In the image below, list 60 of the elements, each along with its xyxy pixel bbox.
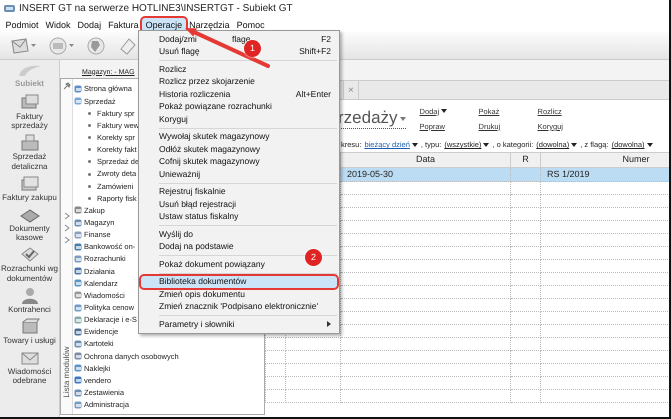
caret-icon (571, 143, 578, 147)
menu-item[interactable]: Pomoc (233, 18, 268, 32)
menu-item[interactable]: Usuń błąd rejestracji (141, 198, 337, 210)
menu-item[interactable]: Narzędzia (186, 18, 234, 32)
menu-item[interactable]: Parametry i słowniki (141, 318, 337, 330)
menu-item[interactable]: Rozlicz przez skojarzenie (141, 76, 337, 88)
column-header[interactable]: Data (340, 152, 510, 167)
table-cell: RS 1/2019 (540, 167, 671, 182)
menu-item[interactable]: Rejestruj fiskalnie (141, 186, 337, 198)
checked-document-icon (18, 245, 40, 264)
column-header[interactable]: Numer (540, 152, 671, 167)
menu-item[interactable]: Odłóż skutek magazynowy (141, 143, 337, 156)
menu-item[interactable]: Historia rozliczenia Alt+Enter (141, 88, 337, 100)
invoice-stack-icon (18, 174, 40, 193)
caret-icon (400, 116, 406, 120)
caret-icon (31, 44, 36, 47)
toolbar-button[interactable] (48, 36, 74, 54)
sidebar-item[interactable]: Rozrachunki wg dokumentów (0, 245, 58, 283)
shortcut-label: Alt+Enter (296, 88, 331, 101)
caret-icon (646, 143, 653, 147)
envelope-icon (10, 36, 30, 54)
caret-icon (483, 143, 490, 147)
caret-icon (441, 109, 448, 114)
sidebar-item[interactable]: Wiadomości odebrane (0, 348, 58, 386)
menu-item[interactable]: Biblioteka dokumentów (141, 276, 337, 288)
menu-item[interactable]: Dodaj (74, 18, 105, 32)
menu-item[interactable]: Unieważnij (141, 168, 337, 180)
sidebar-item[interactable]: Faktury sprzedaży (0, 93, 58, 130)
table-cell: 2019-05-30 (340, 167, 510, 182)
shortcut-label: Shift+F2 (299, 45, 331, 58)
menu-item[interactable]: Rozlicz (141, 63, 337, 76)
toolbar-button[interactable] (10, 36, 36, 54)
menu-item[interactable]: Zmień znacznik 'Podpisano elektronicznie' (141, 300, 337, 313)
pin-icon (62, 82, 70, 90)
shortcut-label: F2 (321, 32, 331, 46)
menu-item[interactable]: Widok (42, 18, 74, 32)
window-title: INSERT GT na serwerze HOTLINE3\INSERTGT - Subiekt GT (19, 2, 293, 16)
menu-item[interactable]: Operacje (142, 18, 186, 32)
cash-register-icon (18, 133, 40, 152)
caret-icon (412, 143, 418, 147)
logo-icon (16, 64, 42, 78)
menu-item[interactable]: Faktura (104, 18, 142, 32)
sidebar-item[interactable]: Sprzedaż detaliczna (0, 133, 58, 171)
menu-item[interactable]: Wywołaj skutek magazynowy (141, 130, 337, 143)
app-icon (4, 4, 15, 13)
column-header[interactable]: R (510, 152, 540, 167)
logo-text: Subiekt (15, 78, 44, 90)
menu-item[interactable]: Ustaw status fiskalny (141, 210, 337, 223)
menu-item[interactable]: Koryguj (141, 113, 337, 126)
menu-item[interactable]: Podmiot (2, 18, 42, 32)
menu-item[interactable]: Zmień opis dokumentu (141, 288, 337, 300)
sidebar-item[interactable]: Faktury zakupu (0, 174, 58, 202)
sidebar-item[interactable]: Kontrahenci (0, 286, 58, 314)
sidebar-item[interactable]: Towary i usługi (0, 316, 58, 346)
panel-label: Lista modułów (60, 346, 72, 398)
menu-item[interactable]: Cofnij skutek magazynowy (141, 156, 337, 168)
sidebar-item[interactable]: Dokumenty kasowe (0, 204, 58, 242)
menu-item[interactable]: Pokaż powiązane rozrachunki (141, 100, 337, 113)
menu-item[interactable]: Wyślij do (141, 228, 337, 240)
caret-icon (69, 44, 74, 47)
